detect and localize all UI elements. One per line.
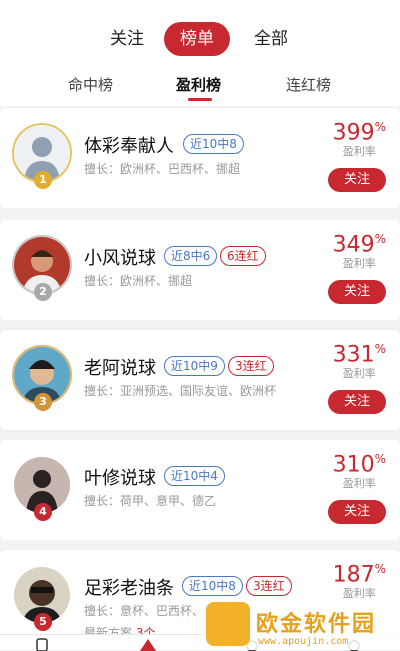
expert-specialty: 擅长：荷甲、意甲、德乙: [84, 494, 217, 508]
home-icon[interactable]: [34, 637, 50, 651]
hit-record-tag: 近10中4: [164, 466, 225, 486]
profit-rate: 310% 盈利率: [333, 452, 386, 491]
tab-leaderboard[interactable]: 榜单: [164, 22, 230, 56]
watermark-url: www.apoujin.com: [258, 636, 349, 647]
hit-record-tag: 近10中8: [182, 576, 243, 596]
avatar[interactable]: 2: [12, 235, 72, 301]
expert-specialty: 擅长：亚洲预选、国际友谊、欧洲杯: [84, 384, 277, 398]
profit-rate-label: 盈利率: [342, 257, 376, 271]
watermark-logo-icon: [206, 602, 250, 646]
hit-record-tag: 近8中6: [164, 246, 218, 266]
profit-rate-label: 盈利率: [342, 367, 376, 381]
rank-badge: 4: [34, 503, 52, 521]
profit-rate-unit: %: [374, 562, 386, 576]
profit-rate-unit: %: [374, 342, 386, 356]
avatar[interactable]: 4: [12, 455, 72, 521]
profit-rate: 399% 盈利率: [333, 120, 386, 159]
subtab-hit-rate[interactable]: 命中榜: [68, 74, 113, 95]
expert-card[interactable]: 3 老阿说球 近10中9 3连红 擅长：亚洲预选、国际友谊、欧洲杯 331% 盈…: [0, 330, 400, 430]
expert-card[interactable]: 2 小风说球 近8中6 6连红 擅长：欧洲杯、挪超 349% 盈利率 关注: [0, 220, 400, 320]
leaderboard-subtabs: 命中榜 盈利榜 连红榜: [0, 62, 400, 106]
win-streak-tag: 3连红: [246, 576, 292, 596]
win-streak-tag: 6连红: [220, 246, 266, 266]
avatar[interactable]: 1: [12, 123, 72, 189]
avatar[interactable]: 3: [12, 345, 72, 411]
hit-record-tag: 近10中9: [164, 356, 225, 376]
profit-rate-unit: %: [374, 232, 386, 246]
expert-specialty: 擅长：欧洲杯、巴西杯、挪超: [84, 162, 241, 176]
rank-badge: 1: [34, 171, 52, 189]
expert-name[interactable]: 老阿说球: [84, 354, 156, 380]
profit-rate-value: 310: [332, 452, 375, 478]
profit-rate-value: 331: [332, 342, 375, 368]
expert-name[interactable]: 足彩老油条: [84, 574, 174, 600]
profit-rate-unit: %: [374, 120, 386, 134]
follow-button[interactable]: 关注: [328, 280, 386, 304]
watermark-text: 欧金软件园: [256, 612, 377, 637]
profit-rate-value: 187: [332, 562, 375, 588]
tab-all[interactable]: 全部: [254, 22, 288, 56]
expert-name[interactable]: 叶修说球: [84, 464, 156, 490]
expert-specialty: 擅长：欧洲杯、挪超: [84, 274, 193, 288]
profit-rate-label: 盈利率: [342, 477, 376, 491]
top-tab-bar: 关注 榜单 全部: [0, 0, 400, 62]
follow-button[interactable]: 关注: [328, 390, 386, 414]
watermark: 欧金软件园 www.apoujin.com: [202, 598, 400, 650]
profit-rate: 187% 盈利率: [333, 562, 386, 601]
expert-card[interactable]: 1 体彩奉献人 近10中8 擅长：欧洲杯、巴西杯、挪超 399% 盈利率 关注: [0, 108, 400, 208]
profit-rate-unit: %: [374, 452, 386, 466]
profit-rate: 349% 盈利率: [333, 232, 386, 271]
follow-button[interactable]: 关注: [328, 168, 386, 192]
win-streak-tag: 3连红: [228, 356, 274, 376]
hit-record-tag: 近10中8: [183, 134, 244, 154]
tab-follow[interactable]: 关注: [110, 22, 144, 56]
subtab-profit[interactable]: 盈利榜: [176, 74, 221, 95]
expert-card[interactable]: 4 叶修说球 近10中4 擅长：荷甲、意甲、德乙 310% 盈利率 关注: [0, 440, 400, 540]
rank-badge: 5: [34, 613, 52, 631]
rank-badge: 2: [34, 283, 52, 301]
active-subtab-indicator: [188, 98, 212, 101]
avatar[interactable]: 5: [12, 565, 72, 631]
rank-badge: 3: [34, 393, 52, 411]
profit-rate-value: 349: [332, 232, 375, 258]
profit-rate-value: 399: [332, 120, 375, 146]
profit-rate-label: 盈利率: [342, 145, 376, 159]
expert-name[interactable]: 小风说球: [84, 244, 156, 270]
subtab-win-streak[interactable]: 连红榜: [286, 74, 331, 95]
follow-button[interactable]: 关注: [328, 500, 386, 524]
expert-name[interactable]: 体彩奉献人: [84, 132, 174, 158]
leaderboard-nav-icon[interactable]: [138, 637, 158, 651]
profit-rate: 331% 盈利率: [333, 342, 386, 381]
